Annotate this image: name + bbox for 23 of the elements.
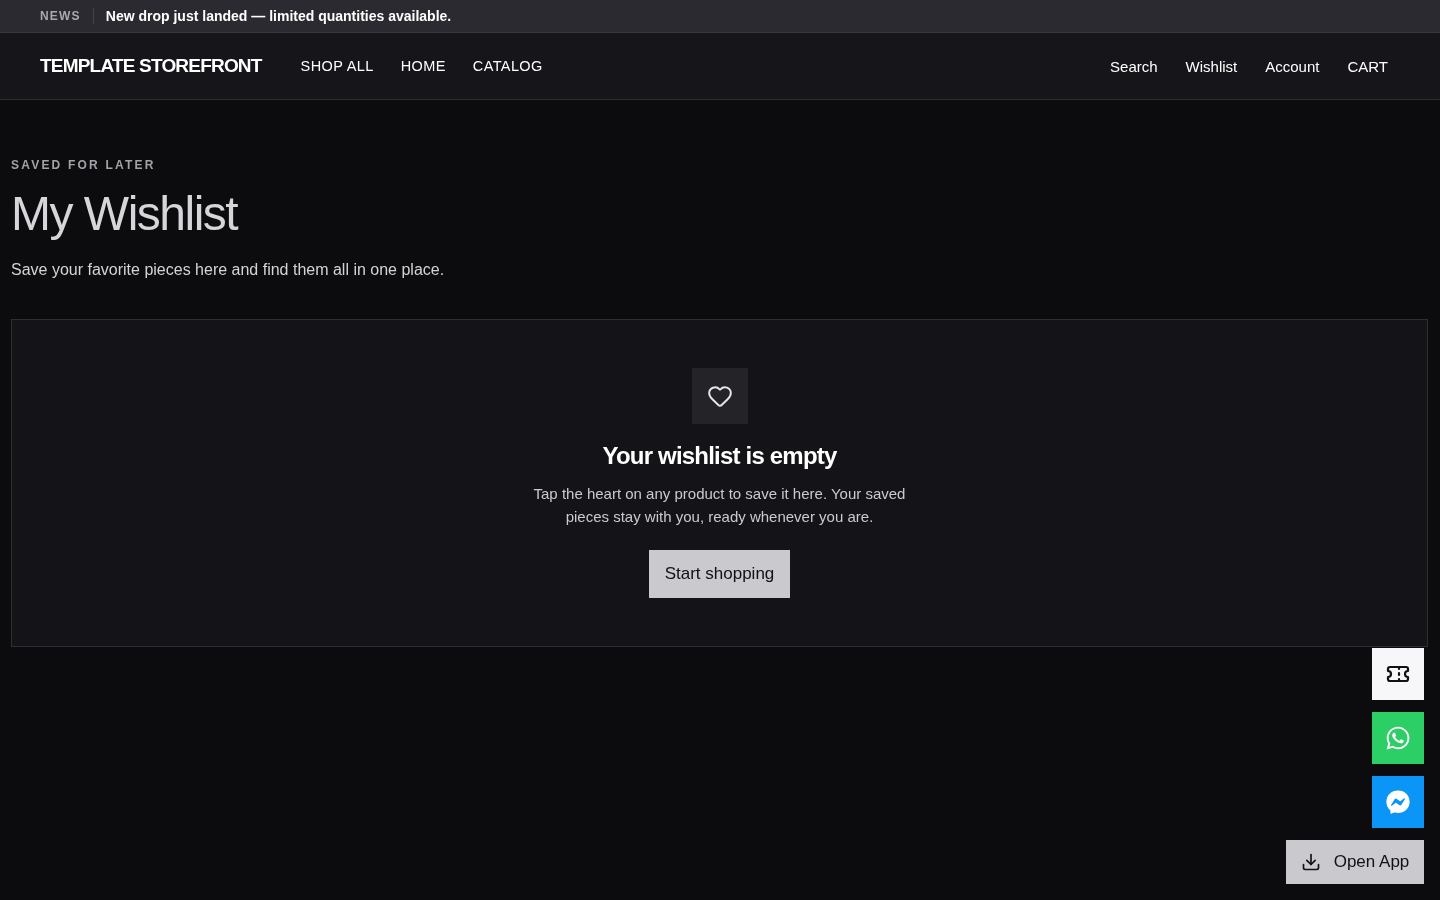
- header-link[interactable]: Wishlist: [1185, 57, 1238, 75]
- phone-bubble-icon: [1385, 725, 1411, 751]
- empty-state-title: Your wishlist is empty: [602, 441, 837, 471]
- chat-button[interactable]: [1372, 776, 1424, 828]
- download-icon: [1300, 852, 1321, 872]
- store-logo[interactable]: TEMPLATE STOREFRONT: [40, 55, 262, 77]
- header-link[interactable]: CART: [1347, 57, 1388, 75]
- nav-link[interactable]: HOME: [400, 58, 446, 74]
- start-shopping-button[interactable]: Start shopping: [648, 550, 791, 598]
- nav-link[interactable]: SHOP ALL: [300, 58, 374, 74]
- header-link[interactable]: Search: [1110, 57, 1158, 75]
- phone-chat-button[interactable]: [1372, 712, 1424, 764]
- nav-link[interactable]: CATALOG: [472, 58, 543, 74]
- eyebrow-text: SAVED FOR LATER: [11, 158, 157, 172]
- news-label: NEWS: [40, 9, 81, 23]
- page-subtitle: Save your favorite pieces here and find them all in one place.: [11, 260, 446, 280]
- header-link[interactable]: Account: [1265, 57, 1320, 75]
- open-app-button[interactable]: Open App: [1286, 840, 1424, 884]
- announcement-text: New drop just landed — limited quantities available.: [105, 8, 452, 24]
- page-title: My Wishlist: [11, 186, 239, 242]
- lightning-bubble-icon: [1386, 790, 1410, 814]
- ticket-button[interactable]: [1372, 648, 1424, 700]
- empty-state-text: Tap the heart on any product to save it here. Your saved pieces stay with you, ready whenever you are.: [532, 484, 907, 527]
